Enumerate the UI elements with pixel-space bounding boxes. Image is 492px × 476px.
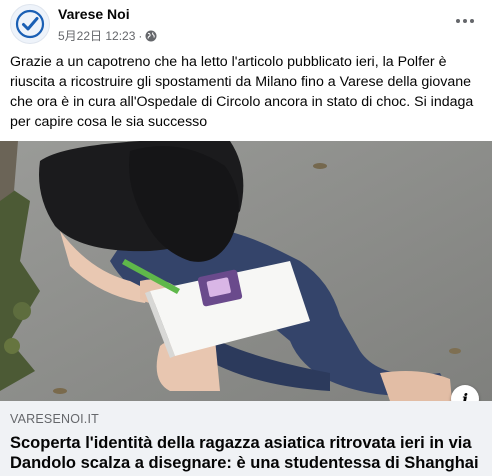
post-photo[interactable] [0, 141, 492, 401]
checkmark-icon [15, 9, 45, 39]
link-preview-card[interactable]: VARESENOI.IT Scoperta l'identità della r… [0, 401, 492, 476]
post-meta: 5月22日 12:23 · [58, 27, 157, 44]
globe-icon[interactable] [145, 30, 157, 42]
link-headline[interactable]: Scoperta l'identità della ragazza asiati… [10, 433, 484, 473]
post-timestamp[interactable]: 5月22日 12:23 [58, 27, 135, 44]
page-avatar[interactable] [10, 4, 50, 44]
meta-separator: · [138, 28, 143, 43]
post-text: Grazie a un capotreno che ha letto l'art… [10, 54, 474, 130]
link-domain: VARESENOI.IT [10, 412, 99, 426]
more-dot [470, 19, 474, 23]
more-dot [463, 19, 467, 23]
post-header: Varese Noi 5月22日 12:23 · [0, 0, 492, 50]
more-dot [456, 19, 460, 23]
more-options-button[interactable] [450, 8, 480, 34]
page-name-link[interactable]: Varese Noi [58, 6, 130, 22]
photo-illustration [0, 141, 492, 401]
